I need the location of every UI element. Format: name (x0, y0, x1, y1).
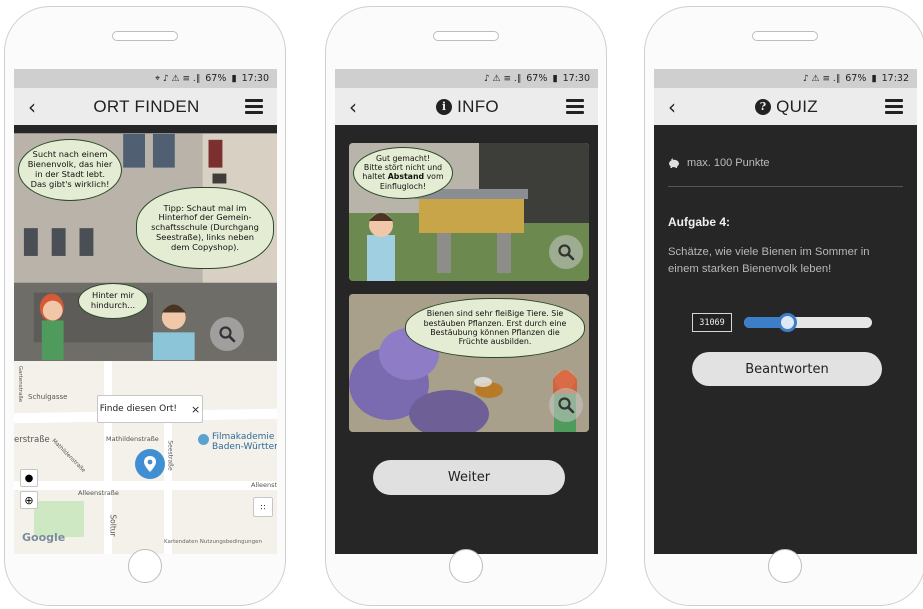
screen-info: ♪ ⚠ ≡ .∥ 67% ▮ 17:30 ‹ i INFO Gut gemach… (335, 69, 598, 554)
question-icon: ? (755, 98, 772, 115)
hamburger-menu-icon[interactable] (245, 99, 263, 114)
comic-bee[interactable]: Bienen sind sehr fleißige Tiere. Sie bes… (349, 294, 589, 432)
crosshair-icon: ⊕ (24, 493, 34, 507)
piggy-bank-icon (669, 158, 679, 168)
hamburger-menu-icon[interactable] (566, 99, 584, 114)
status-icons: ♪ ⚠ ≡ .∥ (483, 73, 522, 84)
slider-value-box[interactable]: 31069 (692, 313, 732, 332)
street-label: Soltur (108, 514, 118, 537)
street-label: Mathildenstraße (106, 435, 159, 443)
battery-icon: ▮ (231, 73, 237, 84)
bubble-line: haltet Abstand vom (360, 172, 446, 181)
phone-speaker (752, 31, 818, 41)
divider (668, 186, 903, 187)
page-title-group: i INFO (436, 97, 499, 117)
screen-quiz: ♪ ⚠ ≡ .∥ 67% ▮ 17:32 ‹ ? QUIZ max. 100 P… (654, 69, 917, 554)
title-bar: ‹ ? QUIZ (654, 88, 917, 125)
title-bar: ‹ i INFO (335, 88, 598, 125)
close-icon[interactable]: × (191, 403, 200, 416)
home-button[interactable] (128, 549, 162, 583)
task-label: Aufgabe 4: (668, 215, 731, 229)
pin-icon: ● (24, 472, 34, 484)
status-icons: ♪ ⚠ ≡ .∥ (802, 73, 841, 84)
battery-icon: ▮ (871, 73, 877, 84)
clock: 17:32 (881, 73, 909, 84)
page-title: INFO (457, 96, 499, 116)
back-icon[interactable]: ‹ (349, 95, 369, 119)
screen-ort-finden: ⌖ ♪ ⚠ ≡ .∥ 67% ▮ 17:30 ‹ ORT FINDEN Such… (14, 69, 277, 554)
speech-bubble-tip: Tipp: Schaut mal im Hinterhof der Gemein… (136, 187, 274, 269)
map-footer[interactable]: Kartendaten Nutzungsbedingungen (164, 539, 262, 545)
stage: ⌖ ♪ ⚠ ≡ .∥ 67% ▮ 17:30 ‹ ORT FINDEN Such… (0, 0, 923, 609)
battery-level: 67% (526, 73, 548, 84)
map-popup[interactable]: Finde diesen Ort! × (97, 395, 203, 423)
estimate-slider[interactable] (744, 313, 872, 332)
max-points: max. 100 Punkte (687, 157, 770, 169)
phone-speaker (433, 31, 499, 41)
map-view[interactable]: Schulgasse erstraße Mathildenstraße Sees… (14, 361, 277, 554)
zoom-icon[interactable] (549, 388, 583, 422)
points-row: max. 100 Punkte (668, 157, 770, 169)
map-popup-text: Finde diesen Ort! (99, 404, 178, 414)
google-logo: Google (22, 531, 66, 544)
bubble-line: Gut gemacht! (375, 154, 431, 163)
bubble-text: vom (424, 172, 444, 182)
back-icon[interactable]: ‹ (668, 95, 688, 119)
street-label: Alleenstraße (78, 489, 119, 497)
home-button[interactable] (449, 549, 483, 583)
bubble-line: Bitte stört nicht und (363, 163, 443, 173)
info-icon: i (436, 98, 453, 115)
speech-bubble-behind: Hinter mir hindurch... (78, 283, 148, 319)
clock: 17:30 (562, 73, 590, 84)
street-label: Gartenstraße (17, 365, 24, 403)
slider-thumb[interactable] (778, 313, 797, 332)
phone-quiz: ♪ ⚠ ≡ .∥ 67% ▮ 17:32 ‹ ? QUIZ max. 100 P… (644, 6, 923, 606)
phone-speaker (112, 31, 178, 41)
weiter-button[interactable]: Weiter (373, 460, 565, 495)
status-bar: ♪ ⚠ ≡ .∥ 67% ▮ 17:30 (335, 69, 598, 88)
bubble-text: haltet (362, 172, 388, 182)
status-bar: ♪ ⚠ ≡ .∥ 67% ▮ 17:32 (654, 69, 917, 88)
poi-label: Filmakademie Baden-Württem (212, 432, 277, 452)
street-label: Seestraße (166, 440, 174, 471)
fullscreen-icon: ∷ (260, 502, 266, 512)
page-title-group: ? QUIZ (755, 97, 818, 117)
comic-beehive[interactable]: Gut gemacht! Bitte stört nicht und halte… (349, 143, 589, 281)
status-bar: ⌖ ♪ ⚠ ≡ .∥ 67% ▮ 17:30 (14, 69, 277, 88)
speech-bubble-search: Sucht nach einem Bienenvolk, das hier in… (18, 139, 122, 201)
street-label: Schulgasse (28, 393, 68, 401)
street-label: erstraße (14, 435, 50, 445)
beantworten-button[interactable]: Beantworten (692, 352, 882, 386)
status-icons: ⌖ ♪ ⚠ ≡ .∥ (155, 73, 201, 84)
road (14, 481, 277, 490)
task-question: Schätze, wie viele Bienen im Sommer in e… (668, 246, 870, 275)
street-label: Mathildenstraße (50, 438, 87, 474)
zoom-icon[interactable] (549, 235, 583, 269)
bubble-line: Einflugloch! (379, 181, 427, 191)
bubble-bold-text: Abstand (387, 172, 425, 182)
battery-level: 67% (845, 73, 867, 84)
locate-button[interactable]: ⊕ (20, 491, 38, 509)
page-title: QUIZ (776, 96, 818, 116)
marker-button[interactable]: ● (20, 469, 38, 487)
fullscreen-button[interactable]: ∷ (253, 497, 273, 517)
page-title: ORT FINDEN (93, 96, 200, 116)
poi-filmakademie[interactable]: Filmakademie Baden-Württem (198, 432, 277, 453)
battery-icon: ▮ (552, 73, 558, 84)
comic-panel[interactable]: Sucht nach einem Bienenvolk, das hier in… (14, 133, 277, 361)
zoom-icon[interactable] (210, 317, 244, 351)
battery-level: 67% (205, 73, 227, 84)
hamburger-menu-icon[interactable] (885, 99, 903, 114)
home-button[interactable] (768, 549, 802, 583)
speech-bubble-pollination: Bienen sind sehr fleißige Tiere. Sie bes… (405, 298, 585, 358)
street-label: Alleenst (251, 481, 277, 489)
phone-info: ♪ ⚠ ≡ .∥ 67% ▮ 17:30 ‹ i INFO Gut gemach… (325, 6, 607, 606)
speech-bubble-distance: Gut gemacht! Bitte stört nicht und halte… (353, 147, 453, 199)
back-icon[interactable]: ‹ (28, 95, 48, 119)
location-pin-icon[interactable] (135, 449, 165, 479)
clock: 17:30 (241, 73, 269, 84)
poi-icon (198, 434, 209, 445)
title-bar: ‹ ORT FINDEN (14, 88, 277, 125)
phone-ort-finden: ⌖ ♪ ⚠ ≡ .∥ 67% ▮ 17:30 ‹ ORT FINDEN Such… (4, 6, 286, 606)
